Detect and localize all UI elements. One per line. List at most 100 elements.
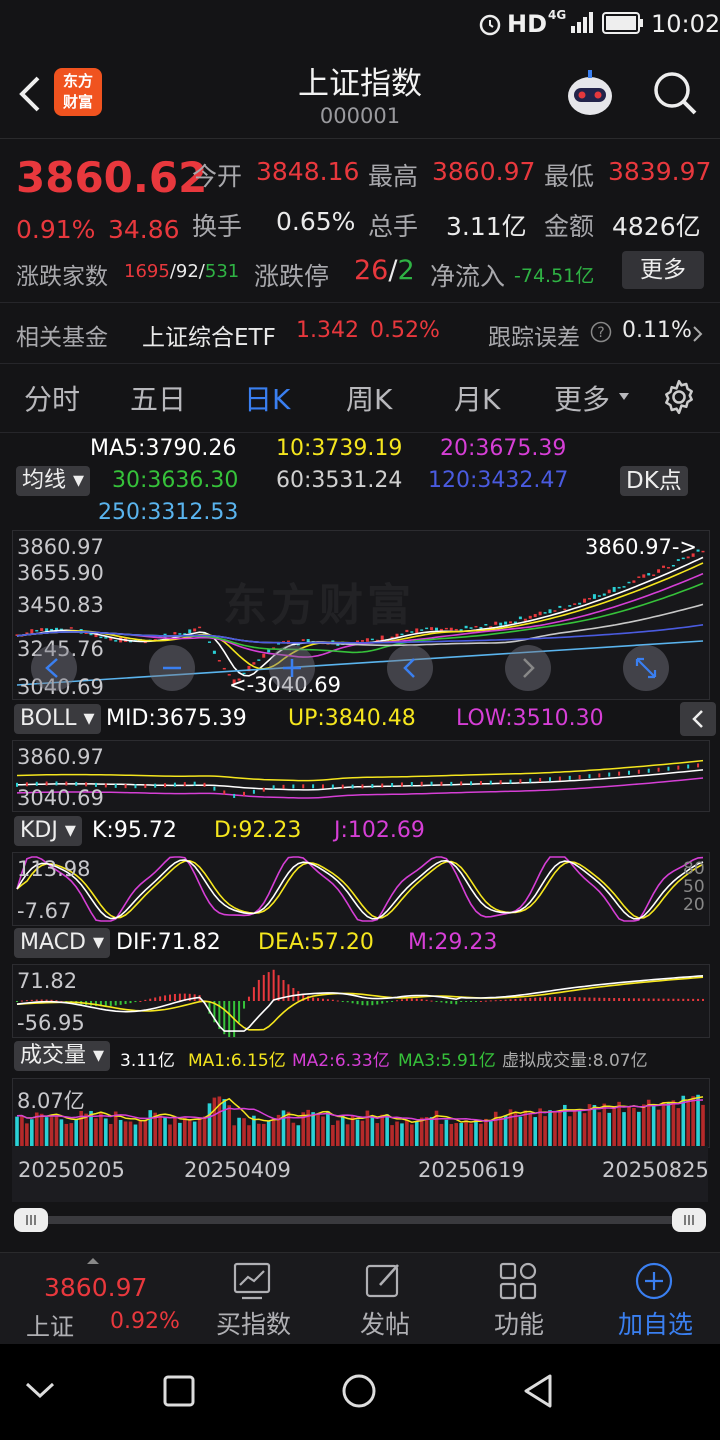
ma-type-chip[interactable]: 均线 ▾ — [16, 466, 91, 496]
boll-candle — [637, 769, 640, 774]
macd-bar — [223, 1001, 226, 1035]
move-left-button[interactable] — [31, 645, 77, 691]
tab-five-day[interactable]: 五日 — [130, 378, 186, 418]
add-watchlist-button[interactable]: 加自选 — [606, 1253, 706, 1344]
nav-recents-icon[interactable] — [162, 1374, 196, 1408]
boll-candle — [361, 784, 364, 789]
dk-point-button[interactable]: DK点 — [620, 466, 688, 496]
macd-bar — [277, 975, 280, 1001]
macd-bar — [168, 994, 171, 1001]
kdj-chip[interactable]: KDJ ▾ — [14, 816, 82, 846]
boll-candle — [331, 784, 334, 789]
collapse-indicators-button[interactable] — [680, 702, 716, 736]
ma-chip-label: 均线 — [22, 468, 67, 493]
volume-bar — [533, 1117, 538, 1147]
scroll-right-button[interactable] — [505, 645, 551, 691]
volume-bar — [340, 1115, 345, 1147]
candle — [35, 629, 39, 632]
chevron-right-icon — [693, 326, 703, 342]
boll-candle — [292, 784, 295, 789]
tab-more[interactable]: 更多 — [554, 378, 610, 418]
range-handle-right[interactable] — [672, 1208, 706, 1232]
mini-quote[interactable]: 3860.97 上证 0.92% — [0, 1253, 186, 1344]
volume-bar — [222, 1099, 227, 1147]
candle — [592, 594, 596, 599]
macd-bar — [573, 997, 576, 1001]
macd-bar — [30, 999, 33, 1001]
macd-bar — [583, 997, 586, 1001]
more-button[interactable]: 更多 — [622, 251, 704, 289]
candle — [543, 612, 547, 614]
nav-back-icon[interactable] — [520, 1372, 556, 1410]
macd-bar — [247, 996, 250, 1001]
volume-bar — [439, 1123, 444, 1147]
volume-bar — [74, 1119, 79, 1147]
kdj-panel[interactable]: 113.98 -7.67 80 50 20 — [12, 852, 710, 926]
macd-bar — [297, 991, 300, 1001]
gear-icon[interactable] — [660, 378, 698, 416]
boll-y-high: 3860.97 — [17, 745, 104, 769]
boll-candle — [213, 786, 216, 791]
kline-panel[interactable]: 东方财富 3860.97 3655.90 3450.83 3245.76 304… — [12, 530, 710, 700]
macd-bar — [391, 1001, 394, 1002]
boll-panel[interactable]: 3860.97 3040.69 — [12, 740, 710, 812]
volume-bar — [15, 1116, 19, 1147]
boll-candle — [598, 773, 601, 778]
volume-bar — [666, 1102, 671, 1147]
boll-candle — [440, 781, 443, 786]
expand-icon — [635, 657, 657, 679]
volume-bar — [454, 1123, 459, 1147]
macd-dif: DIF:71.82 — [116, 930, 221, 955]
zoom-in-button[interactable] — [269, 645, 315, 691]
macd-chip[interactable]: MACD ▾ — [14, 928, 110, 958]
signal-icon — [571, 12, 593, 33]
boll-candle — [134, 784, 137, 789]
search-icon[interactable] — [652, 70, 698, 116]
candle — [217, 660, 221, 662]
kdj-d: D:92.23 — [214, 818, 302, 843]
volume-panel[interactable]: 8.07亿 — [12, 1078, 710, 1148]
candle — [587, 598, 591, 600]
candle — [528, 615, 532, 619]
tab-monthly-k[interactable]: 月K — [454, 378, 500, 418]
functions-button[interactable]: 功能 — [474, 1253, 564, 1344]
buy-index-button[interactable]: 买指数 — [200, 1253, 304, 1344]
volume-bar — [503, 1115, 508, 1147]
nav-collapse-icon[interactable] — [24, 1378, 56, 1402]
volume-value: 3.11亿 — [446, 212, 527, 241]
boll-chip[interactable]: BOLL ▾ — [14, 704, 101, 734]
post-button[interactable]: 发帖 — [340, 1253, 430, 1344]
header: 东方 财富 上证指数 000001 — [0, 48, 720, 139]
macd-dea: DEA:57.20 — [258, 930, 374, 955]
volume-bar — [173, 1118, 177, 1147]
low-label: 最低 — [544, 162, 595, 191]
zoom-out-button[interactable] — [149, 645, 195, 691]
macd-bar — [450, 1001, 453, 1004]
range-handle-left[interactable] — [14, 1208, 48, 1232]
macd-bar — [178, 993, 181, 1001]
macd-bar — [627, 998, 630, 1001]
tab-intraday[interactable]: 分时 — [24, 378, 80, 418]
nav-home-icon[interactable] — [340, 1372, 378, 1410]
related-fund-row[interactable]: 相关基金 上证综合ETF 1.342 0.52% 跟踪误差 ? 0.11% — [0, 302, 720, 364]
help-icon[interactable]: ? — [590, 321, 612, 343]
volume-chip[interactable]: 成交量 ▾ — [14, 1041, 111, 1071]
macd-bar — [35, 999, 38, 1001]
volume-bar — [405, 1120, 409, 1147]
fullscreen-button[interactable] — [623, 645, 669, 691]
volume-bar — [380, 1114, 385, 1147]
macd-bar — [144, 999, 147, 1001]
scroll-left-button[interactable] — [387, 645, 433, 691]
volume-bar — [577, 1110, 582, 1147]
candle — [50, 628, 54, 631]
boll-candle — [243, 791, 246, 796]
candle — [553, 610, 557, 612]
macd-bar — [435, 1001, 438, 1002]
tab-weekly-k[interactable]: 周K — [346, 378, 392, 418]
tab-daily-k[interactable]: 日K — [244, 378, 290, 418]
volume-bar — [20, 1116, 24, 1147]
robot-assistant-icon[interactable] — [562, 68, 618, 120]
macd-panel[interactable]: 71.82 -56.95 — [12, 964, 710, 1038]
range-scroller[interactable] — [12, 1206, 708, 1234]
macd-bar — [312, 997, 315, 1001]
